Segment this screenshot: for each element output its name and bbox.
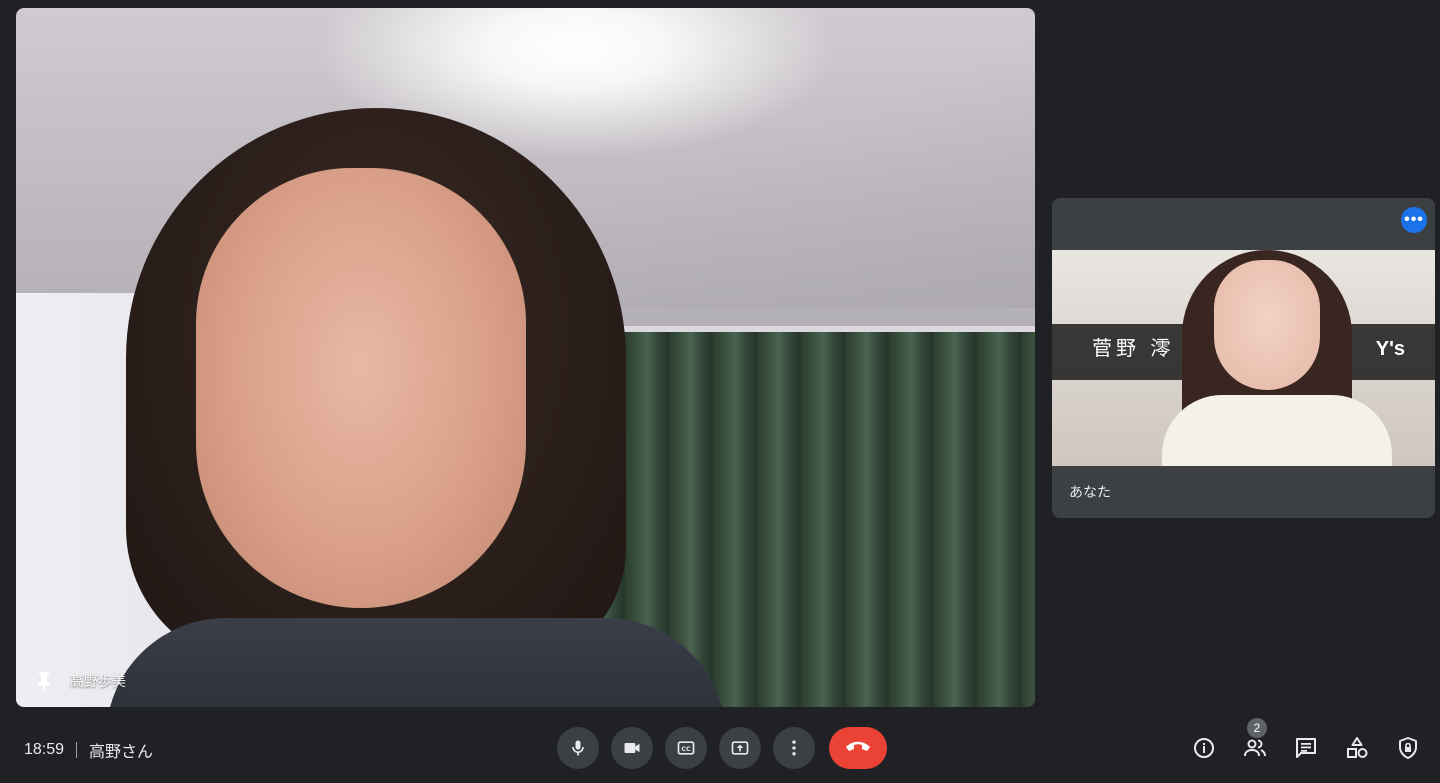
host-controls-icon xyxy=(1396,736,1420,760)
closed-captions-icon: CC xyxy=(675,738,697,758)
chat-button[interactable] xyxy=(1294,736,1318,760)
self-video-feed: 菅野 澪 Y's xyxy=(1052,250,1435,466)
end-call-icon xyxy=(845,739,871,758)
meeting-info: 18:59 高野さん xyxy=(24,738,153,762)
participant-video-person xyxy=(106,108,726,707)
self-video-person xyxy=(1162,250,1392,466)
activities-button[interactable] xyxy=(1345,736,1369,760)
meeting-time: 18:59 xyxy=(24,741,65,758)
self-tile-more-button[interactable]: ••• xyxy=(1401,207,1427,233)
bottom-control-bar: 18:59 高野さん CC 2 xyxy=(0,712,1440,783)
meeting-details-button[interactable] xyxy=(1192,736,1216,760)
captions-button[interactable]: CC xyxy=(665,727,707,769)
end-call-button[interactable] xyxy=(829,727,887,769)
svg-text:CC: CC xyxy=(681,746,691,753)
divider xyxy=(76,742,78,758)
camera-button[interactable] xyxy=(611,727,653,769)
meeting-name: 高野さん xyxy=(89,744,154,761)
present-button[interactable] xyxy=(719,727,761,769)
people-button[interactable]: 2 xyxy=(1243,718,1267,760)
more-options-icon: ••• xyxy=(1404,211,1424,228)
more-vertical-icon xyxy=(784,738,804,758)
participant-shirt xyxy=(106,618,726,707)
participant-face xyxy=(196,168,526,608)
microphone-icon xyxy=(568,738,588,758)
chat-icon xyxy=(1294,736,1318,760)
participant-label: 高野歩美 xyxy=(36,671,126,691)
activities-icon xyxy=(1345,736,1369,760)
self-face xyxy=(1214,260,1320,390)
more-options-button[interactable] xyxy=(773,727,815,769)
meet-window: 高野歩美 ••• 菅野 澪 Y's あなた 18:59 高野さん CC 2 xyxy=(0,0,1440,783)
self-name-label: あなた xyxy=(1069,484,1111,500)
people-icon xyxy=(1243,736,1267,760)
present-screen-icon xyxy=(729,738,751,758)
self-video-tile[interactable]: ••• 菅野 澪 Y's あなた xyxy=(1052,198,1435,518)
side-tools: 2 xyxy=(1192,718,1420,760)
video-camera-icon xyxy=(621,738,643,758)
call-controls: CC xyxy=(557,727,887,769)
participant-name: 高野歩美 xyxy=(70,673,126,689)
participant-count-badge: 2 xyxy=(1247,718,1267,738)
host-controls-button[interactable] xyxy=(1396,736,1420,760)
pin-icon[interactable] xyxy=(36,671,52,691)
info-icon xyxy=(1192,736,1216,760)
microphone-button[interactable] xyxy=(557,727,599,769)
main-video-tile[interactable]: 高野歩美 xyxy=(16,8,1035,707)
self-top xyxy=(1162,395,1392,466)
